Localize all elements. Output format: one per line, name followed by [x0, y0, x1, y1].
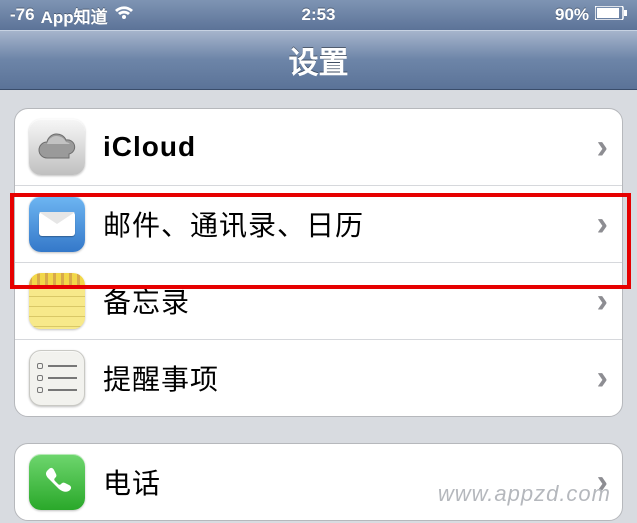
page-title: 设置: [289, 38, 349, 82]
chevron-right-icon: ›: [597, 128, 608, 167]
settings-group: iCloud › 邮件、通讯录、日历 › 备忘录 ›: [14, 108, 623, 417]
reminders-icon: [29, 350, 85, 406]
carrier-name: App知道: [41, 3, 108, 28]
status-time: 2:53: [216, 5, 422, 25]
phone-icon: [29, 454, 85, 510]
icloud-icon: [29, 119, 85, 175]
mail-icon: [29, 196, 85, 252]
row-label: iCloud: [103, 131, 589, 163]
watermark: www.appzd.com: [438, 481, 611, 507]
notes-icon: [29, 273, 85, 329]
status-right: 90%: [421, 5, 627, 25]
signal-strength: -76: [10, 5, 35, 25]
chevron-right-icon: ›: [597, 359, 608, 398]
battery-icon: [595, 5, 627, 25]
status-bar: -76 App知道 2:53 90%: [0, 0, 637, 30]
row-mail-contacts-calendars[interactable]: 邮件、通讯录、日历 ›: [15, 186, 622, 262]
row-label: 邮件、通讯录、日历: [103, 204, 589, 244]
battery-percent: 90%: [555, 5, 589, 25]
status-left: -76 App知道: [10, 3, 216, 28]
row-label: 备忘录: [103, 281, 589, 321]
wifi-icon: [114, 5, 134, 25]
row-icloud[interactable]: iCloud ›: [15, 109, 622, 186]
chevron-right-icon: ›: [597, 282, 608, 321]
chevron-right-icon: ›: [597, 205, 608, 244]
navbar: 设置: [0, 30, 637, 90]
row-reminders[interactable]: 提醒事项 ›: [15, 340, 622, 416]
row-notes[interactable]: 备忘录 ›: [15, 262, 622, 340]
row-label: 提醒事项: [103, 358, 589, 398]
